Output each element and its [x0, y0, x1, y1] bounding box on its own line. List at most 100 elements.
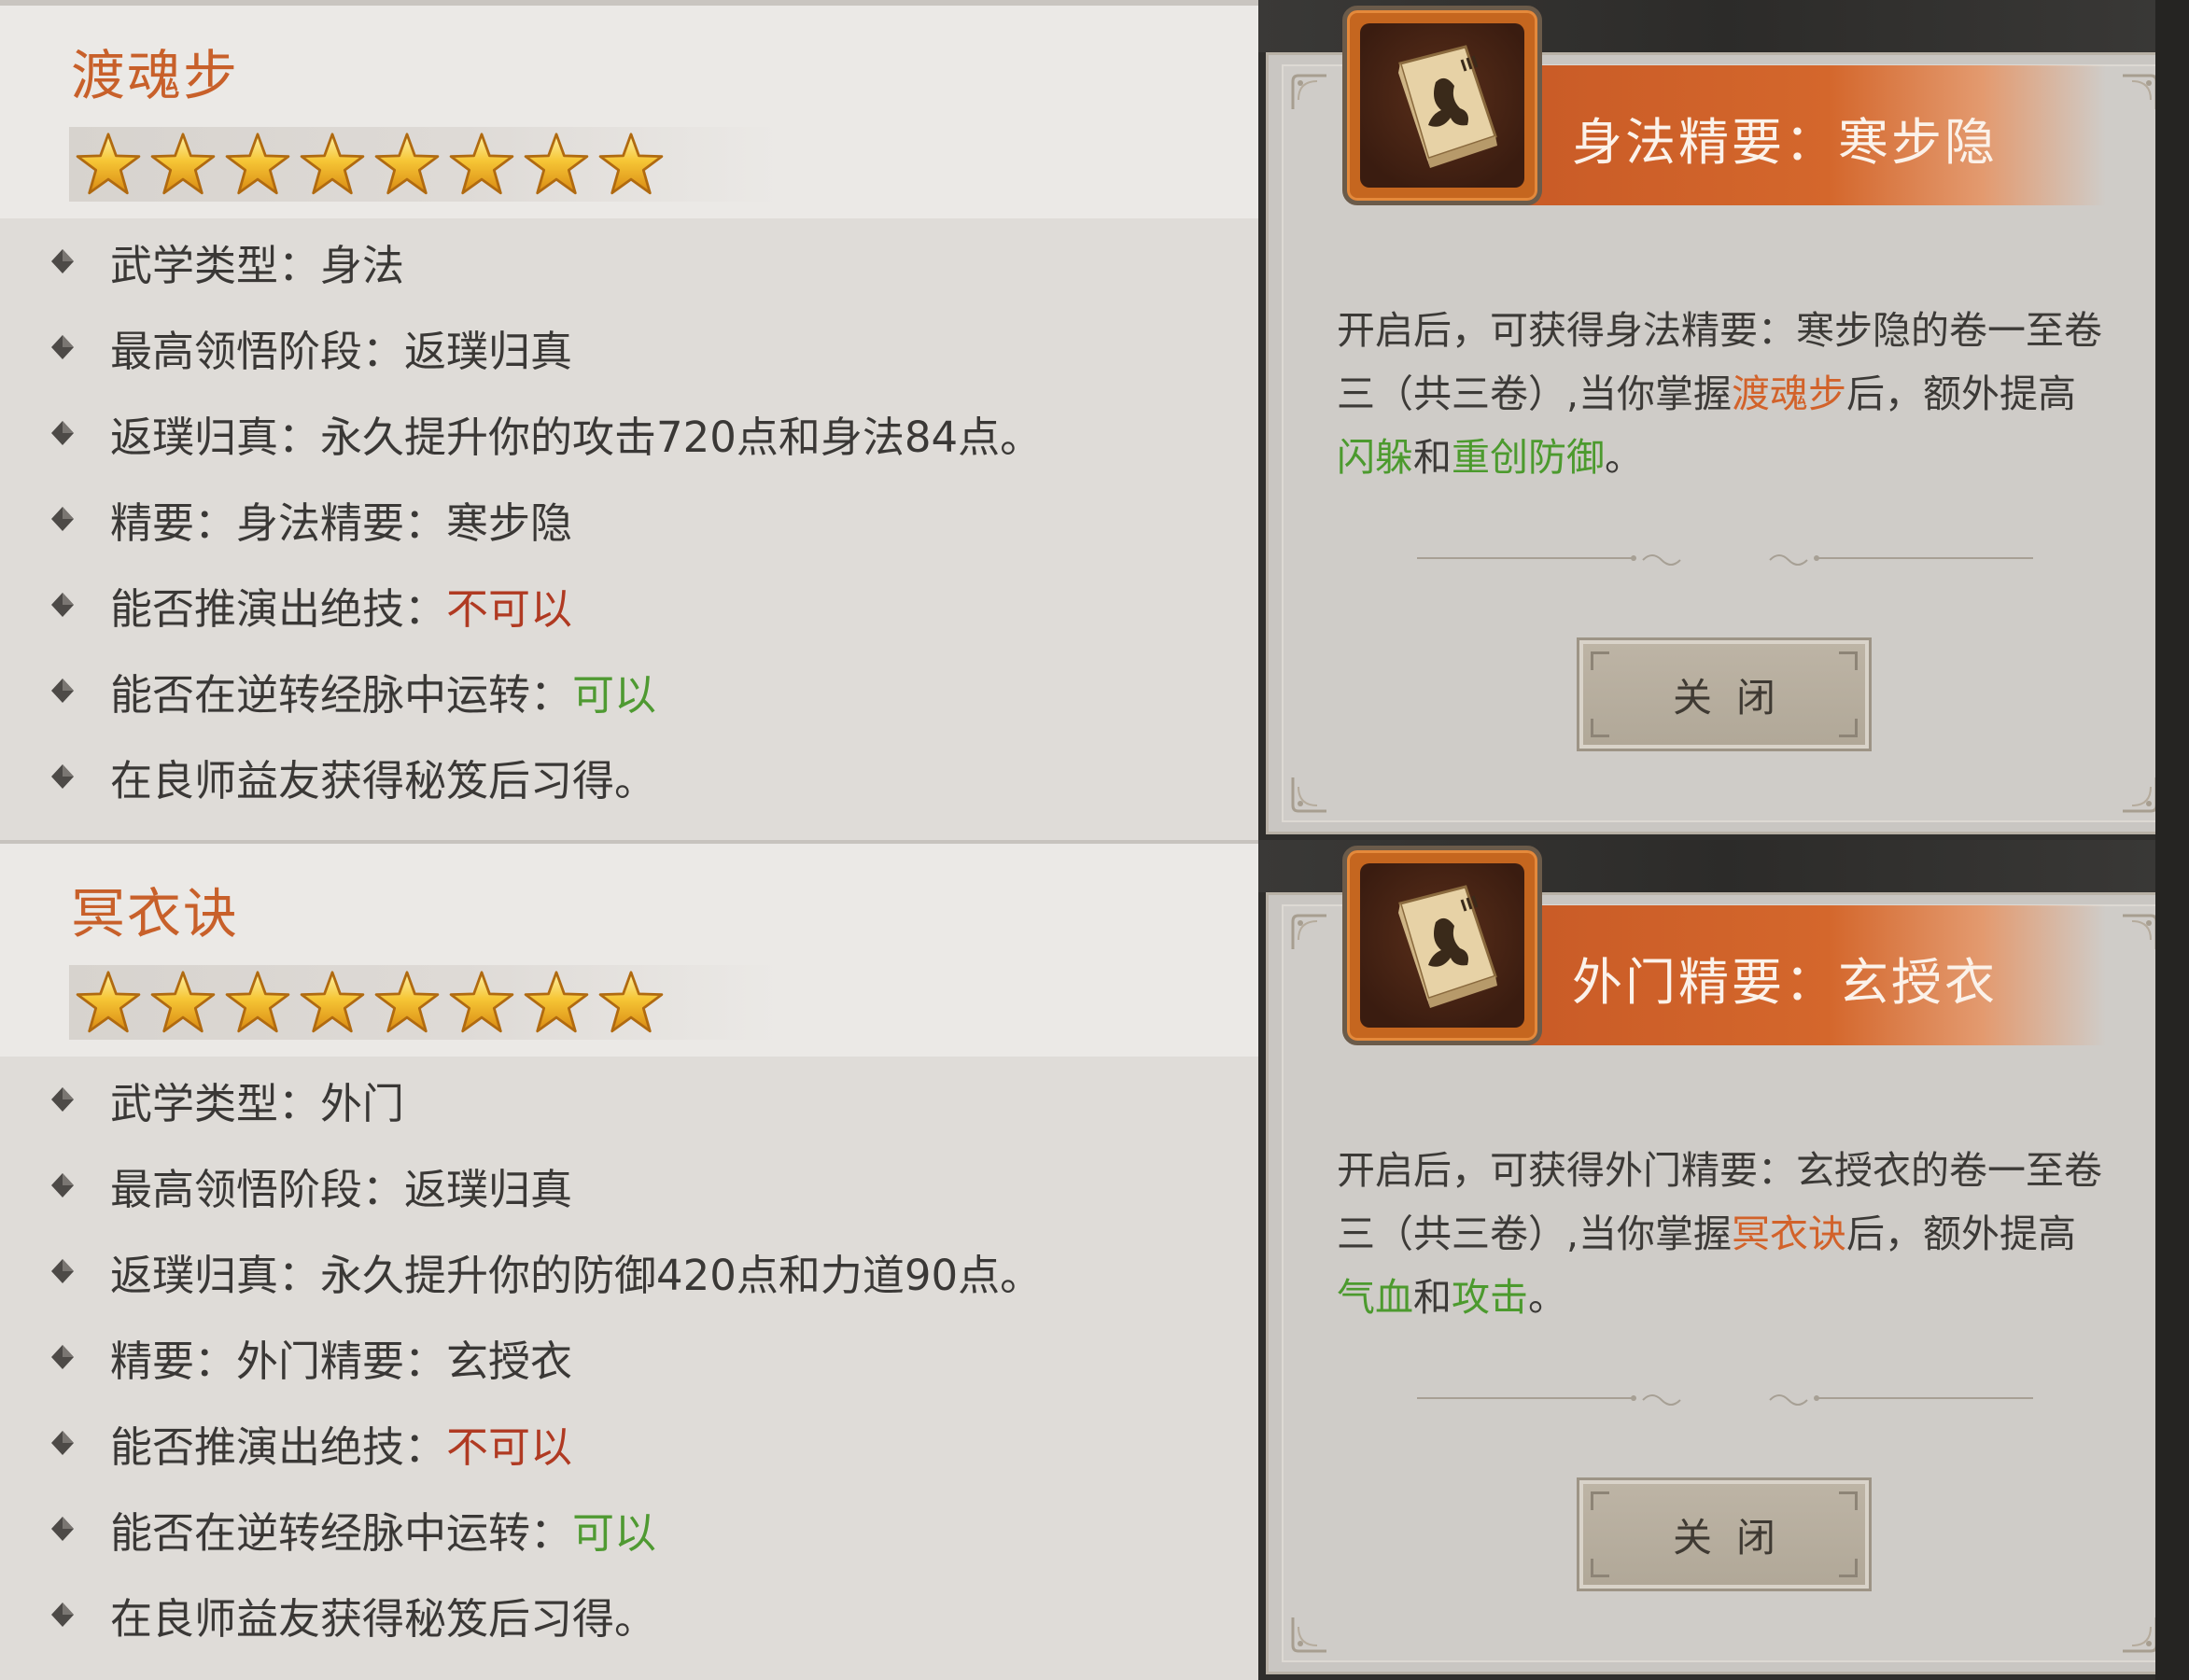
desc-skill-name: 冥衣诀 — [1732, 1211, 1847, 1256]
list-item: 能否在逆转经脉中运转：可以 — [0, 1486, 1258, 1572]
corner-ornament-icon — [2119, 912, 2160, 953]
diamond-bullet-icon — [49, 677, 77, 705]
ornament-divider — [1398, 539, 2052, 577]
close-button-label: 关闭 — [1672, 674, 1800, 721]
desc-text: 后，额外提高 — [1846, 371, 2077, 416]
list-item: 最高领悟阶段：返璞归真 — [0, 304, 1258, 390]
ornament-divider — [1398, 1379, 2052, 1417]
attr-reverse: 能否在逆转经脉中运转：可以 — [110, 661, 656, 721]
essence-dialog-1: 身法精要：寒步隐 开启后，可获得身法精要：寒步隐的卷一至卷三（共三卷）,当你掌握… — [1258, 0, 2189, 840]
diamond-bullet-icon — [49, 1601, 77, 1629]
skill-name: 冥衣诀 — [71, 882, 240, 945]
list-item: 在良师益友获得秘笈后习得。 — [0, 1572, 1258, 1658]
attribute-list: 武学类型：外门 最高领悟阶段：返璞归真 返璞归真：永久提升你的防御420点和力道… — [0, 1057, 1258, 1658]
desc-text: 和 — [1413, 435, 1452, 480]
star-icon — [220, 127, 295, 202]
martial-manual-icon — [1360, 863, 1524, 1028]
essence-dialog-2: 外门精要：玄授衣 开启后，可获得外门精要：玄授衣的卷一至卷三（共三卷）,当你掌握… — [1258, 840, 2189, 1680]
desc-text: 。 — [1605, 435, 1643, 480]
list-item: 精要：身法精要：寒步隐 — [0, 476, 1258, 562]
dialog-title: 身法精要：寒步隐 — [1572, 113, 1998, 172]
corner-ornament-icon — [1289, 912, 1330, 953]
close-button-label: 关闭 — [1672, 1514, 1800, 1561]
attr-reverse-label: 能否在逆转经脉中运转： — [110, 1507, 573, 1558]
desc-stat: 气血 — [1337, 1275, 1413, 1320]
desc-stat: 闪躲 — [1337, 435, 1413, 480]
diamond-bullet-icon — [49, 1085, 77, 1113]
attr-type: 武学类型：身法 — [110, 240, 405, 290]
diamond-bullet-icon — [49, 1515, 77, 1543]
close-button[interactable]: 关闭 — [1577, 637, 1872, 751]
corner-ornament-icon — [1289, 1614, 1330, 1655]
diamond-bullet-icon — [49, 1171, 77, 1199]
star-icon — [594, 127, 668, 202]
attr-essence: 精要：外门精要：玄授衣 — [110, 1336, 573, 1386]
corner-ornament-icon — [2119, 72, 2160, 113]
star-icon — [295, 965, 370, 1040]
corner-ornament-icon — [1289, 72, 1330, 113]
attribute-list: 武学类型：身法 最高领悟阶段：返璞归真 返璞归真：永久提升你的攻击720点和身法… — [0, 218, 1258, 819]
attr-reverse-label: 能否在逆转经脉中运转： — [110, 669, 573, 720]
attr-deduce-value: 不可以 — [446, 583, 573, 634]
diamond-bullet-icon — [49, 1257, 77, 1285]
edge-shadow — [2155, 0, 2189, 840]
attr-deduce-label: 能否推演出绝技： — [110, 583, 447, 634]
list-item: 返璞归真：永久提升你的防御420点和力道90点。 — [0, 1228, 1258, 1314]
list-item: 在良师益友获得秘笈后习得。 — [0, 734, 1258, 819]
diamond-bullet-icon — [49, 1429, 77, 1457]
star-icon — [519, 965, 594, 1040]
attr-type: 武学类型：外门 — [110, 1078, 405, 1128]
list-item: 精要：外门精要：玄授衣 — [0, 1314, 1258, 1400]
diamond-bullet-icon — [49, 505, 77, 533]
attr-max-stage: 最高领悟阶段：返璞归真 — [110, 1164, 573, 1214]
star-rating — [69, 127, 779, 202]
skill-header: 渡魂步 — [0, 6, 1258, 218]
list-item: 武学类型：外门 — [0, 1057, 1258, 1142]
attr-deduce: 能否推演出绝技：不可以 — [110, 575, 572, 636]
skill-name: 渡魂步 — [71, 44, 240, 107]
item-slot[interactable] — [1342, 6, 1542, 205]
martial-manual-icon — [1360, 23, 1524, 188]
attr-source: 在良师益友获得秘笈后习得。 — [110, 1593, 657, 1644]
corner-ornament-icon — [2119, 774, 2160, 815]
attr-reverse: 能否在逆转经脉中运转：可以 — [110, 1499, 656, 1560]
attr-essence: 精要：身法精要：寒步隐 — [110, 497, 573, 548]
attr-reverse-value: 可以 — [572, 1507, 657, 1558]
attr-max-stage: 最高领悟阶段：返璞归真 — [110, 326, 573, 376]
desc-text: 和 — [1413, 1275, 1452, 1320]
desc-text: 后，额外提高 — [1846, 1211, 2077, 1256]
dialog-description: 开启后，可获得外门精要：玄授衣的卷一至卷三（共三卷）,当你掌握冥衣诀后，额外提高… — [1337, 1139, 2102, 1329]
item-slot[interactable] — [1342, 846, 1542, 1045]
list-item: 返璞归真：永久提升你的攻击720点和身法84点。 — [0, 390, 1258, 476]
attr-stage-bonus: 返璞归真：永久提升你的防御420点和力道90点。 — [110, 1250, 1043, 1300]
corner-ornament-icon — [1289, 774, 1330, 815]
diamond-bullet-icon — [49, 591, 77, 619]
desc-stat: 攻击 — [1452, 1275, 1528, 1320]
attr-reverse-value: 可以 — [572, 669, 657, 720]
skill-info-panel-2: 冥衣诀 武学类型：外门 最高领悟阶段：返璞归真 返璞归真：永久提升你的防御420… — [0, 840, 1258, 1680]
close-button[interactable]: 关闭 — [1577, 1477, 1872, 1591]
skill-header: 冥衣诀 — [0, 844, 1258, 1057]
star-icon — [146, 127, 220, 202]
attr-deduce-label: 能否推演出绝技： — [110, 1421, 447, 1472]
list-item: 能否推演出绝技：不可以 — [0, 562, 1258, 648]
star-rating — [69, 965, 779, 1040]
star-icon — [146, 965, 220, 1040]
desc-stat: 重创防御 — [1452, 435, 1605, 480]
star-icon — [71, 965, 146, 1040]
star-icon — [370, 965, 444, 1040]
star-icon — [71, 127, 146, 202]
diamond-bullet-icon — [49, 333, 77, 361]
edge-shadow — [2155, 840, 2189, 1680]
corner-ornament-icon — [2119, 1614, 2160, 1655]
attr-deduce: 能否推演出绝技：不可以 — [110, 1413, 572, 1474]
star-icon — [370, 127, 444, 202]
dialog-description: 开启后，可获得身法精要：寒步隐的卷一至卷三（共三卷）,当你掌握渡魂步后，额外提高… — [1337, 299, 2102, 489]
diamond-bullet-icon — [49, 247, 77, 275]
star-icon — [444, 127, 519, 202]
diamond-bullet-icon — [49, 419, 77, 447]
list-item: 最高领悟阶段：返璞归真 — [0, 1142, 1258, 1228]
attr-stage-bonus: 返璞归真：永久提升你的攻击720点和身法84点。 — [110, 412, 1043, 462]
diamond-bullet-icon — [49, 763, 77, 791]
star-icon — [295, 127, 370, 202]
